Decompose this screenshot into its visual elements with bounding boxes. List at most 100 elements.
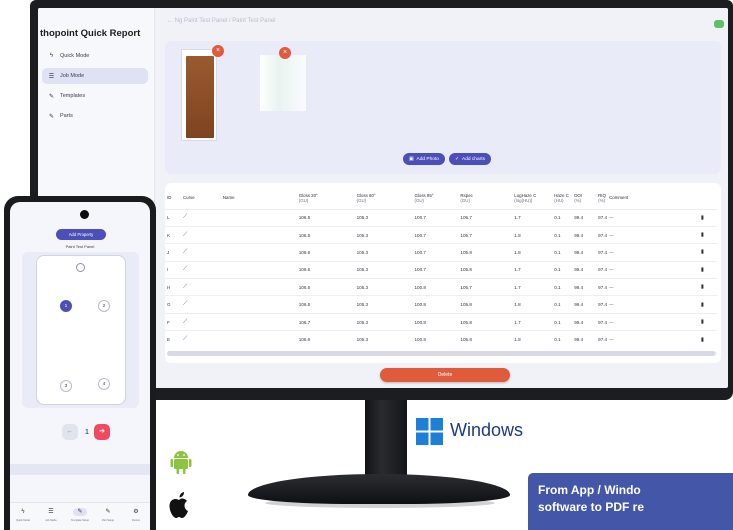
cell-haze: 0.1	[552, 243, 573, 262]
trash-icon[interactable]: ▮	[701, 302, 704, 308]
column-header-label: Name	[222, 195, 235, 201]
cell-g85: 100.8	[412, 312, 459, 331]
chart-icon[interactable]: ⟋	[183, 319, 187, 325]
column-header[interactable]: Haze C (HU)	[552, 187, 572, 209]
cell-id: L	[165, 208, 181, 227]
nav-job-mode[interactable]: ☰ Job Mode	[40, 508, 62, 522]
cell-rspec: 105.7	[458, 278, 513, 296]
chart-thumbnail[interactable]	[260, 55, 306, 111]
cell-loghaze: 1.8	[512, 243, 553, 262]
row-actions: ▮	[698, 330, 717, 349]
cell-g60: 105.3	[354, 295, 413, 314]
trash-icon[interactable]: ▮	[701, 215, 704, 221]
cell-g60: 105.3	[354, 225, 413, 244]
column-header[interactable]: Comment	[607, 187, 699, 209]
column-header[interactable]: LogHaze C (log(HU))	[512, 187, 552, 209]
nav-part-setup[interactable]: ✎ Part Setup	[97, 508, 119, 522]
column-header[interactable]: Rspec (GU)	[458, 187, 512, 209]
table-row[interactable]: L ⟋ 106.5 105.3 100.7 105.7 1.7 0.1 99.4 97.4 --- ▮	[165, 208, 717, 227]
chart-icon[interactable]: ⟋	[183, 249, 187, 255]
cell-id: K	[165, 225, 181, 244]
phone-divider-band	[10, 464, 150, 475]
sidebar-item-label: Parts	[60, 113, 73, 119]
sidebar-item-quick-mode[interactable]: ϟ Quick Mode	[42, 48, 148, 64]
curve-cell: ⟋	[180, 278, 221, 296]
magic-icon: ✎	[48, 113, 55, 120]
chart-icon[interactable]: ⟋	[183, 336, 187, 342]
chart-icon[interactable]: ⟋	[183, 301, 187, 307]
column-header[interactable]: DOI (%)	[572, 187, 596, 209]
row-actions: ▮	[698, 260, 717, 279]
cell-g85: 100.7	[412, 225, 459, 244]
sidebar-item-templates[interactable]: ✎ Templates	[42, 88, 148, 104]
cell-g85: 100.8	[412, 330, 459, 349]
list-icon: ☰	[48, 73, 55, 80]
monitor-stand-base	[248, 474, 510, 504]
nav-device[interactable]: ⚙ Device	[125, 508, 147, 522]
table-row[interactable]: F ⟋ 106.7 105.3 100.8 105.8 1.7 0.1 99.4 97.4 --- ▮	[165, 312, 717, 331]
table-row[interactable]: E ⟋ 106.6 105.3 100.8 105.8 1.8 0.1 99.4 97.4 --- ▮	[165, 330, 717, 349]
cell-g85: 100.7	[412, 243, 459, 262]
column-header-unit: (%)	[598, 197, 605, 203]
header-title: ← Ng Paint Test Panel / Paint Test Panel	[167, 18, 276, 24]
column-header[interactable]: RIQ (%)	[596, 187, 607, 209]
caption-line-2: software to PDF re	[538, 500, 645, 514]
remove-chart-button[interactable]: ×	[279, 47, 291, 59]
column-header[interactable]: Name	[221, 187, 297, 209]
nav-quick-mode[interactable]: ϟ Quick Mode	[12, 508, 34, 522]
name-cell	[220, 278, 297, 296]
cell-g60: 105.3	[354, 243, 413, 262]
column-header[interactable]: Gloss 20° (GU)	[297, 187, 355, 209]
cell-g60: 105.3	[354, 312, 413, 331]
row-actions: ▮	[698, 312, 717, 331]
measure-point-4[interactable]: 4	[98, 378, 110, 390]
column-header[interactable]: Gloss 60° (GU)	[355, 187, 413, 209]
nav-template-setup[interactable]: ✎ Template Setup	[69, 508, 91, 522]
photo-thumbnail[interactable]	[181, 49, 217, 141]
sidebar-item-parts[interactable]: ✎ Parts	[42, 108, 148, 124]
add-photo-button[interactable]: ▣ Add Photo	[403, 153, 445, 165]
measure-point-3[interactable]: 3	[60, 380, 72, 392]
chart-icon[interactable]: ⟋	[183, 214, 187, 220]
add-property-button[interactable]: Add Property	[56, 229, 106, 240]
column-header[interactable]: Gloss 85° (GU)	[412, 187, 458, 209]
cell-rspec: 105.8	[458, 295, 513, 314]
table-row[interactable]: J ⟋ 106.6 105.3 100.7 105.8 1.8 0.1 99.4 97.4 --- ▮	[165, 243, 717, 262]
horizontal-scrollbar-thumb[interactable]	[167, 351, 715, 356]
trash-icon[interactable]: ▮	[701, 284, 704, 290]
android-logo	[170, 451, 192, 474]
chart-icon[interactable]: ⟋	[183, 232, 187, 238]
status-badge	[714, 20, 724, 28]
table-row[interactable]: H ⟋ 106.5 105.3 100.8 105.7 1.7 0.1 99.4 97.4 --- ▮	[165, 278, 717, 296]
measure-point-1[interactable]: 1	[60, 300, 72, 312]
table-row[interactable]: K ⟋ 106.5 105.3 100.7 105.7 1.8 0.1 99.4 97.4 --- ▮	[165, 225, 717, 244]
previous-point-button[interactable]: ←	[62, 424, 78, 440]
cell-riq: 97.4	[596, 243, 608, 262]
add-charts-button[interactable]: ✓ Add charts	[449, 153, 491, 165]
app-title: thopoint Quick Report	[40, 28, 141, 39]
chart-icon[interactable]: ⟋	[183, 266, 187, 272]
chart-icon[interactable]: ⟋	[183, 284, 187, 290]
table-row[interactable]: G ⟋ 106.5 105.3 100.8 105.8 1.8 0.1 99.4 97.4 --- ▮	[165, 295, 717, 314]
panel-diagram	[36, 255, 126, 405]
name-cell	[220, 225, 297, 244]
column-header[interactable]: ID	[165, 187, 181, 209]
remove-photo-button[interactable]: ×	[212, 45, 224, 57]
trash-icon[interactable]: ▮	[701, 232, 704, 238]
curve-cell: ⟋	[180, 208, 221, 227]
current-point-number: 1	[84, 427, 90, 436]
table-row[interactable]: I ⟋ 106.6 105.3 100.7 105.8 1.7 0.1 99.4 97.4 --- ▮	[165, 260, 717, 279]
measure-point-2[interactable]: 2	[98, 300, 110, 312]
trash-icon[interactable]: ▮	[701, 337, 704, 343]
delete-button[interactable]: Delete	[380, 368, 510, 382]
column-header[interactable]: Curve	[181, 187, 221, 209]
trash-icon[interactable]: ▮	[701, 249, 704, 255]
trash-icon[interactable]: ▮	[701, 267, 704, 273]
sidebar-item-job-mode[interactable]: ☰ Job Mode	[42, 68, 148, 84]
next-point-button[interactable]: ➜	[94, 424, 110, 440]
column-header-unit: (GU)	[298, 197, 309, 203]
trash-icon[interactable]: ▮	[701, 319, 704, 325]
cell-doi: 99.4	[572, 278, 597, 296]
cell-comment: ---	[607, 330, 699, 349]
curve-cell: ⟋	[180, 312, 221, 331]
